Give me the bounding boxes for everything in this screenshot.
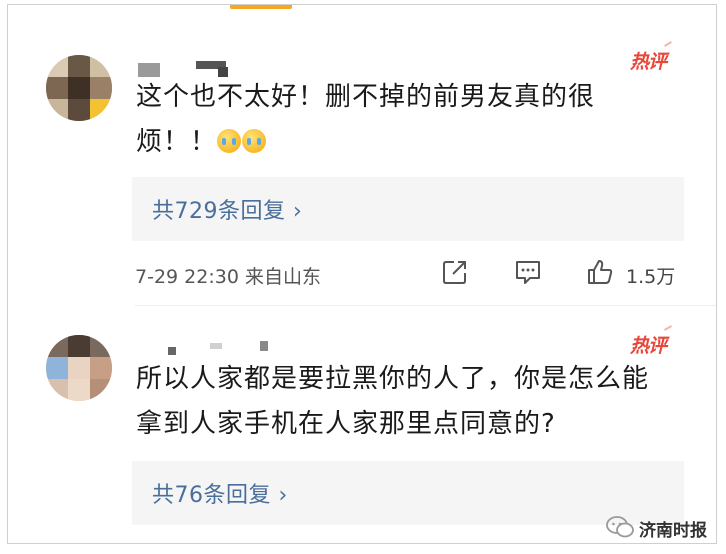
comment-text: 所以人家都是要拉黑你的人了，你是怎么能 拿到人家手机在人家那里点同意的? xyxy=(136,364,650,439)
avatar[interactable] xyxy=(46,55,112,121)
view-replies-button[interactable]: 共729条回复 › xyxy=(132,177,684,241)
divider xyxy=(135,305,716,306)
username[interactable] xyxy=(168,337,278,359)
tab-indicator xyxy=(230,5,292,9)
comment-icon[interactable] xyxy=(514,258,542,286)
comment-feed: 热评 这个也不太好！删不掉的前男友真的很 烦！！ 共729条回复 › 7-29 … xyxy=(7,4,717,544)
like-icon[interactable] xyxy=(586,258,614,286)
crying-face-emoji-icon xyxy=(217,129,242,153)
share-icon[interactable] xyxy=(441,258,469,286)
crying-face-emoji-icon xyxy=(242,129,267,153)
comment-meta: 7-29 22:30 来自山东 1.5万 xyxy=(8,258,716,290)
comment-time-location: 7-29 22:30 来自山东 xyxy=(135,266,321,288)
like-count: 1.5万 xyxy=(626,266,676,288)
avatar[interactable] xyxy=(46,335,112,401)
wechat-icon xyxy=(606,516,634,538)
comment-text: 这个也不太好！删不掉的前男友真的很 烦！！ xyxy=(136,82,596,157)
hot-comment-badge: 热评 xyxy=(630,41,672,74)
hot-comment-badge: 热评 xyxy=(630,325,672,358)
view-replies-button[interactable]: 共76条回复 › xyxy=(132,461,684,525)
